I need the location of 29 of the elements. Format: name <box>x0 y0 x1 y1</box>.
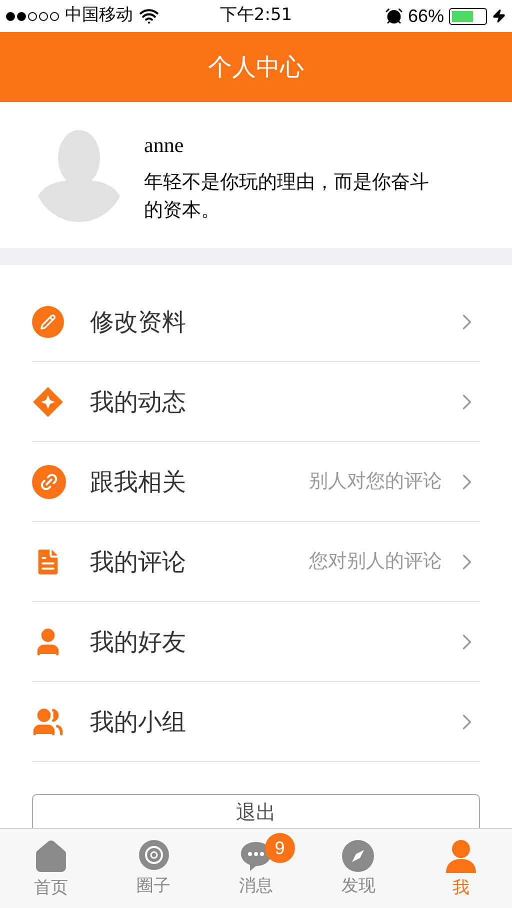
menu-item[interactable]: 跟我相关 别人对您的评论 <box>32 442 480 522</box>
menu-item[interactable]: 我的好友 <box>32 602 480 682</box>
carrier-name: 中国移动 <box>65 4 133 28</box>
user-motto: 年轻不是你玩的理由，而是你奋斗的资本。 <box>144 170 430 222</box>
alarm-icon <box>384 7 403 25</box>
logout-button[interactable]: 退出 <box>32 794 480 828</box>
pencil-icon <box>32 306 64 338</box>
menu-item[interactable]: 我的评论 您对别人的评论 <box>32 522 480 602</box>
person-icon <box>444 839 478 875</box>
menu-hint: 您对别人的评论 <box>309 549 442 574</box>
page-title: 个人中心 <box>208 52 304 83</box>
menu-item[interactable]: 我的小组 <box>32 682 480 762</box>
signal-icon <box>6 12 59 20</box>
charging-icon <box>492 9 506 23</box>
link-icon <box>32 464 66 498</box>
battery-icon <box>449 8 487 24</box>
diamond-icon <box>32 386 64 418</box>
avatar-icon <box>38 128 120 222</box>
menu-hint: 别人对您的评论 <box>309 469 442 494</box>
user-name: anne <box>144 132 185 159</box>
clock-time: 下午2:51 <box>220 4 292 28</box>
camera-lens-icon <box>136 839 171 873</box>
menu-item[interactable]: 我的动态 <box>32 362 480 442</box>
unread-badge: 9 <box>264 833 295 863</box>
group-icon <box>32 706 64 738</box>
wifi-icon <box>139 6 159 26</box>
battery-percent: 66% <box>408 4 444 28</box>
menu-item[interactable]: 修改资料 <box>32 282 480 362</box>
compass-icon <box>341 839 376 873</box>
